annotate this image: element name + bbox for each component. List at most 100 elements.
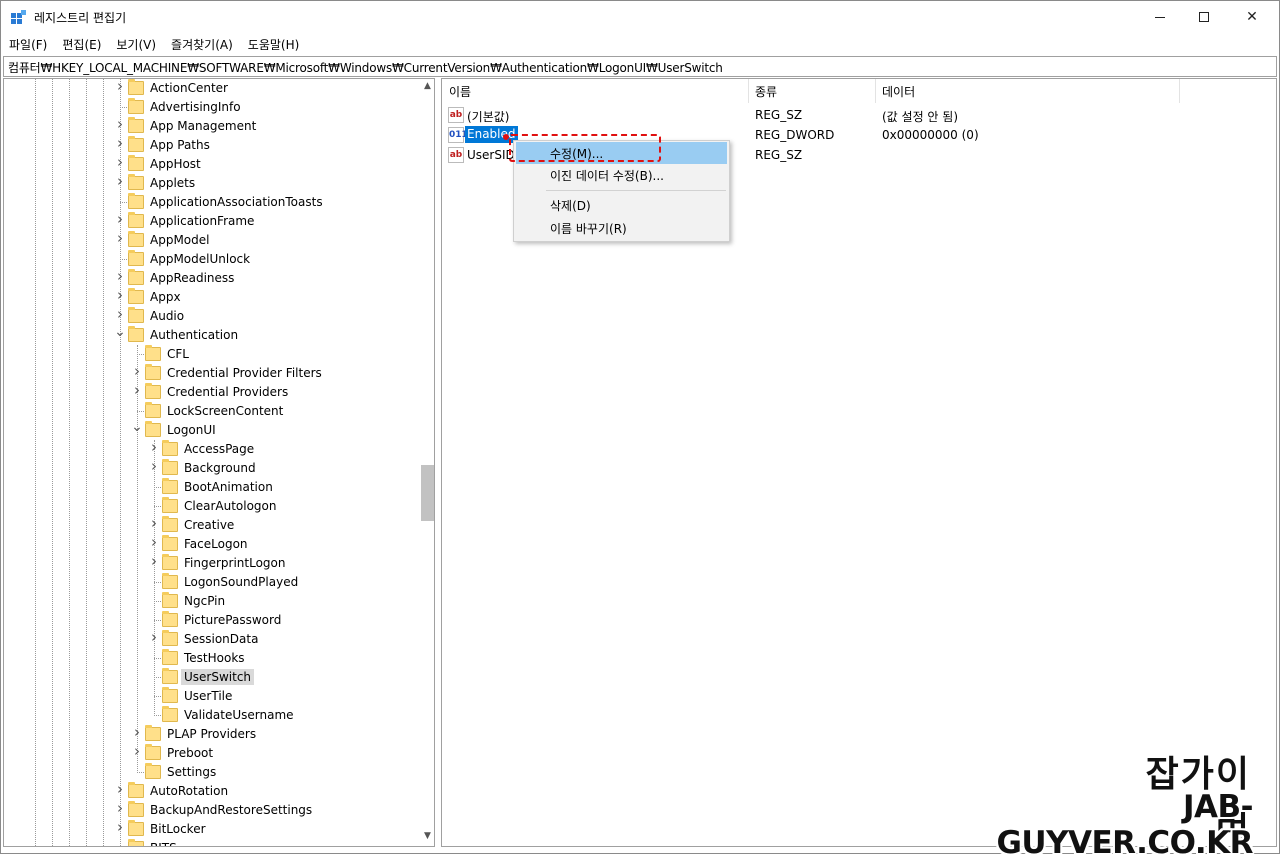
tree-node[interactable]: ApplicationAssociationToasts — [4, 193, 418, 212]
context-menu-delete[interactable]: 삭제(D) — [516, 194, 727, 216]
column-divider[interactable] — [875, 79, 876, 103]
chevron-right-icon[interactable]: › — [114, 269, 126, 284]
tree-node[interactable]: ⌄ LogonUI — [4, 420, 418, 440]
tree-node-label[interactable]: CFL — [164, 346, 192, 362]
title-bar[interactable]: 레지스트리 편집기 ✕ — [1, 1, 1279, 33]
tree-node[interactable]: › FingerprintLogon — [4, 554, 418, 573]
tree-node[interactable]: › Credential Provider Filters — [4, 364, 418, 383]
value-name[interactable]: (기본값) — [467, 108, 509, 125]
menu-favorites[interactable]: 즐겨찾기(A) — [163, 33, 240, 55]
tree-node[interactable]: › Credential Providers — [4, 383, 418, 402]
value-row[interactable]: ab (기본값) REG_SZ (값 설정 안 됨) — [442, 105, 1276, 125]
tree-node[interactable]: › FaceLogon — [4, 535, 418, 554]
tree-node-label[interactable]: ActionCenter — [147, 80, 231, 96]
tree-node[interactable]: › Audio — [4, 307, 418, 326]
chevron-right-icon[interactable]: › — [131, 364, 143, 379]
tree-node-label[interactable]: LogonUI — [164, 422, 219, 438]
scroll-down-arrow-icon[interactable]: ▼ — [420, 831, 434, 845]
tree-scrollbar[interactable]: ▲ ▼ — [420, 79, 434, 846]
tree-node[interactable]: › App Paths — [4, 136, 418, 155]
chevron-down-icon[interactable]: ⌄ — [131, 420, 143, 434]
chevron-right-icon[interactable]: › — [114, 307, 126, 322]
context-menu-modify-binary[interactable]: 이진 데이터 수정(B)... — [516, 164, 727, 186]
menu-view[interactable]: 보기(V) — [108, 33, 163, 55]
tree-node[interactable]: Settings — [4, 763, 418, 782]
scroll-thumb[interactable] — [421, 465, 434, 521]
chevron-right-icon[interactable]: › — [114, 155, 126, 170]
close-button[interactable]: ✕ — [1229, 1, 1275, 33]
tree-node[interactable]: › AppModel — [4, 231, 418, 250]
tree-node[interactable]: › Background — [4, 459, 418, 478]
tree-node[interactable]: TestHooks — [4, 649, 418, 668]
tree-node[interactable]: › BitLocker — [4, 820, 418, 839]
tree-node-label[interactable]: Creative — [181, 517, 237, 533]
tree-node-label[interactable]: TestHooks — [181, 650, 248, 666]
chevron-down-icon[interactable]: ⌄ — [114, 325, 126, 339]
tree-node-label[interactable]: SessionData — [181, 631, 261, 647]
tree-node[interactable]: › Applets — [4, 174, 418, 193]
tree-node-label[interactable]: ClearAutologon — [181, 498, 279, 514]
tree-node-label[interactable]: NgcPin — [181, 593, 228, 609]
value-name[interactable]: UserSID — [467, 148, 515, 162]
chevron-right-icon[interactable]: › — [148, 630, 160, 645]
chevron-right-icon[interactable]: › — [114, 212, 126, 227]
tree-node[interactable]: LogonSoundPlayed — [4, 573, 418, 592]
menu-edit[interactable]: 편집(E) — [54, 33, 108, 55]
tree-node-label[interactable]: LogonSoundPlayed — [181, 574, 301, 590]
tree-node-label[interactable]: UserSwitch — [181, 669, 255, 685]
tree-node[interactable]: PicturePassword — [4, 611, 418, 630]
chevron-right-icon[interactable]: › — [148, 516, 160, 531]
chevron-right-icon[interactable]: › — [114, 801, 126, 816]
tree-node-label[interactable]: BitLocker — [147, 821, 209, 837]
column-header-type[interactable]: 종류 — [755, 83, 777, 100]
tree-node[interactable]: › AppHost — [4, 155, 418, 174]
tree-node[interactable]: › SessionData — [4, 630, 418, 649]
tree-node-label[interactable]: Credential Provider Filters — [164, 365, 325, 381]
chevron-right-icon[interactable]: › — [114, 136, 126, 151]
registry-key-tree[interactable]: › ActionCenter AdvertisingInfo › App Managem… — [3, 78, 435, 847]
tree-node[interactable]: UserSwitch — [4, 668, 418, 687]
chevron-right-icon[interactable]: › — [114, 79, 126, 94]
tree-node[interactable]: ClearAutologon — [4, 497, 418, 516]
tree-node-label[interactable]: AppModelUnlock — [147, 251, 253, 267]
menu-file[interactable]: 파일(F) — [1, 33, 54, 55]
tree-node-label[interactable]: Authentication — [147, 327, 241, 343]
tree-node[interactable]: CFL — [4, 345, 418, 364]
chevron-right-icon[interactable]: › — [131, 383, 143, 398]
menu-help[interactable]: 도움말(H) — [240, 33, 307, 55]
chevron-right-icon[interactable]: › — [148, 535, 160, 550]
chevron-right-icon[interactable]: › — [148, 459, 160, 474]
tree-node-label[interactable]: Preboot — [164, 745, 216, 761]
tree-node[interactable]: › Creative — [4, 516, 418, 535]
tree-node-label[interactable]: AdvertisingInfo — [147, 99, 244, 115]
tree-node-label[interactable]: AccessPage — [181, 441, 257, 457]
tree-node-label[interactable]: ValidateUsername — [181, 707, 297, 723]
tree-node[interactable]: BITS — [4, 839, 418, 846]
tree-node-label[interactable]: BootAnimation — [181, 479, 276, 495]
maximize-button[interactable] — [1181, 1, 1227, 33]
minimize-button[interactable] — [1137, 1, 1183, 33]
chevron-right-icon[interactable]: › — [148, 440, 160, 455]
tree-node-label[interactable]: PLAP Providers — [164, 726, 259, 742]
tree-node-label[interactable]: AppReadiness — [147, 270, 237, 286]
chevron-right-icon[interactable]: › — [114, 117, 126, 132]
tree-node[interactable]: › Preboot — [4, 744, 418, 763]
tree-node-label[interactable]: FingerprintLogon — [181, 555, 288, 571]
tree-node[interactable]: › AccessPage — [4, 440, 418, 459]
tree-node[interactable]: › BackupAndRestoreSettings — [4, 801, 418, 820]
chevron-right-icon[interactable]: › — [131, 744, 143, 759]
column-divider[interactable] — [748, 79, 749, 103]
tree-node-label[interactable]: UserTile — [181, 688, 235, 704]
chevron-right-icon[interactable]: › — [114, 782, 126, 797]
tree-node-label[interactable]: PicturePassword — [181, 612, 284, 628]
tree-node-label[interactable]: App Management — [147, 118, 259, 134]
tree-node[interactable]: ⌄ Authentication — [4, 325, 418, 345]
tree-node-label[interactable]: Settings — [164, 764, 219, 780]
address-bar[interactable]: 컴퓨터₩HKEY_LOCAL_MACHINE₩SOFTWARE₩Microsof… — [3, 56, 1277, 77]
tree-node-label[interactable]: Credential Providers — [164, 384, 291, 400]
tree-node[interactable]: NgcPin — [4, 592, 418, 611]
tree-node[interactable]: LockScreenContent — [4, 402, 418, 421]
chevron-right-icon[interactable]: › — [114, 288, 126, 303]
tree-node-label[interactable]: AppHost — [147, 156, 204, 172]
tree-node-label[interactable]: Appx — [147, 289, 184, 305]
